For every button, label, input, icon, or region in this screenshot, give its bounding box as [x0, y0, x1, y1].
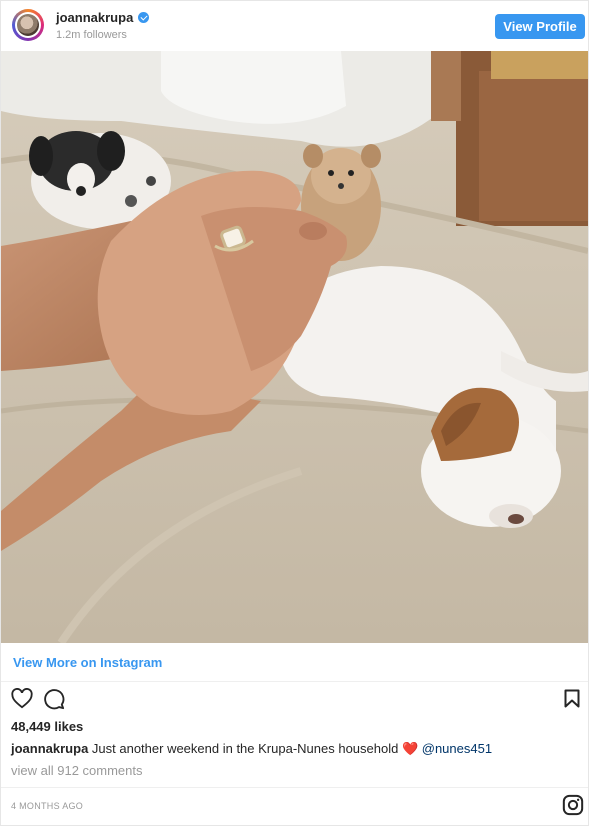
- post-timestamp: 4 MONTHS AGO: [11, 801, 84, 811]
- post-photo-illustration: [1, 51, 588, 643]
- post-header: joannakrupa 1.2m followers View Profile: [1, 1, 588, 51]
- divider: [1, 681, 588, 682]
- verified-badge-icon: [138, 12, 150, 23]
- like-count[interactable]: 48,449 likes: [11, 719, 83, 734]
- view-profile-button[interactable]: View Profile: [495, 14, 585, 39]
- avatar[interactable]: [12, 9, 44, 41]
- instagram-logo-icon[interactable]: [562, 794, 584, 821]
- post-caption: joannakrupa Just another weekend in the …: [11, 741, 492, 757]
- view-all-comments-link[interactable]: view all 912 comments: [11, 763, 143, 778]
- follower-count: 1.2m followers: [56, 29, 127, 41]
- username-link[interactable]: joannakrupa: [56, 10, 133, 25]
- post-photo[interactable]: [1, 51, 588, 643]
- caption-text: Just another weekend in the Krupa-Nunes …: [88, 741, 422, 756]
- comment-icon[interactable]: [43, 688, 65, 715]
- mention-link[interactable]: @nunes451: [422, 741, 492, 756]
- instagram-embed-card: joannakrupa 1.2m followers View Profile: [0, 0, 589, 826]
- bookmark-icon[interactable]: [564, 689, 580, 713]
- avatar-photo: [17, 14, 39, 36]
- divider: [1, 787, 588, 788]
- heart-icon[interactable]: [11, 688, 33, 714]
- caption-username-link[interactable]: joannakrupa: [11, 741, 88, 756]
- view-more-on-instagram-link[interactable]: View More on Instagram: [13, 655, 162, 670]
